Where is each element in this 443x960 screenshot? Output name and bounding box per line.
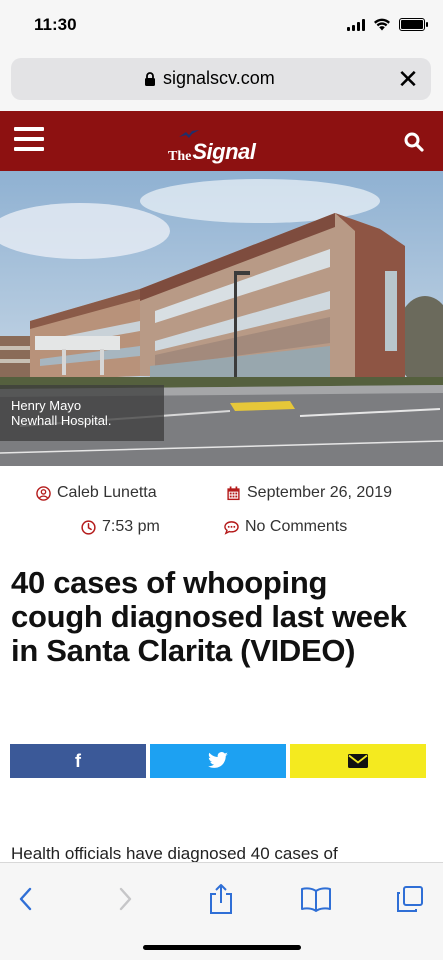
logo-name: Signal xyxy=(192,139,256,164)
forward-button[interactable] xyxy=(107,881,143,917)
article-body-start: Health officials have diagnosed 40 cases… xyxy=(11,844,338,862)
clock-icon xyxy=(81,519,96,535)
menu-icon[interactable] xyxy=(14,127,44,153)
comment-icon xyxy=(224,520,239,535)
email-share-button[interactable] xyxy=(290,744,426,778)
address-url: signalscv.com xyxy=(163,68,275,88)
caption-line-1: Henry Mayo xyxy=(11,398,82,413)
share-icon xyxy=(210,884,232,914)
home-indicator xyxy=(143,945,301,950)
bookmarks-icon xyxy=(301,887,331,912)
back-button[interactable] xyxy=(8,881,44,917)
facebook-icon: f xyxy=(75,750,81,771)
browser-address-area: signalscv.com ✕ xyxy=(0,52,443,111)
publish-date: September 26, 2019 xyxy=(247,484,392,501)
calendar-icon xyxy=(227,485,240,500)
twitter-icon xyxy=(208,752,228,768)
browser-toolbar xyxy=(0,862,443,960)
comments-meta[interactable]: No Comments xyxy=(224,518,347,536)
facebook-share-button[interactable]: f xyxy=(10,744,146,778)
back-icon xyxy=(19,887,32,911)
article-title: 40 cases of whooping cough diagnosed las… xyxy=(11,565,407,668)
forward-icon xyxy=(119,887,132,911)
status-time: 11:30 xyxy=(34,15,77,34)
status-icons xyxy=(347,18,428,31)
publish-time: 7:53 pm xyxy=(102,518,160,535)
twitter-share-button[interactable] xyxy=(150,744,286,778)
status-bar: 11:30 xyxy=(0,0,443,52)
bird-logo-icon xyxy=(179,130,199,138)
close-icon[interactable]: ✕ xyxy=(395,66,421,92)
user-icon xyxy=(36,485,51,501)
site-logo[interactable]: The Signal xyxy=(168,130,256,165)
lock-icon xyxy=(145,72,155,86)
image-caption: Henry Mayo Newhall Hospital. xyxy=(0,385,164,441)
wifi-icon xyxy=(374,18,390,31)
share-button[interactable] xyxy=(203,881,239,917)
address-bar[interactable]: signalscv.com ✕ xyxy=(11,58,431,100)
caption-line-2: Newhall Hospital. xyxy=(11,413,112,428)
author-name: Caleb Lunetta xyxy=(57,484,157,501)
time-meta: 7:53 pm xyxy=(81,518,160,536)
logo-prefix: The xyxy=(168,149,192,164)
signal-icon xyxy=(347,18,365,31)
search-icon[interactable] xyxy=(403,131,425,153)
comments-count: No Comments xyxy=(245,518,348,535)
author-meta[interactable]: Caleb Lunetta xyxy=(36,484,157,502)
share-bar: f xyxy=(10,744,426,778)
article-meta: Caleb Lunetta September 26, 2019 7:53 pm… xyxy=(0,476,443,556)
battery-icon xyxy=(399,18,428,31)
tabs-icon xyxy=(397,886,423,912)
email-icon xyxy=(348,754,368,768)
hero-image: Henry Mayo Newhall Hospital. xyxy=(0,171,443,466)
date-meta: September 26, 2019 xyxy=(226,484,392,502)
bookmarks-button[interactable] xyxy=(298,881,334,917)
site-header: The Signal xyxy=(0,111,443,171)
tabs-button[interactable] xyxy=(392,881,428,917)
